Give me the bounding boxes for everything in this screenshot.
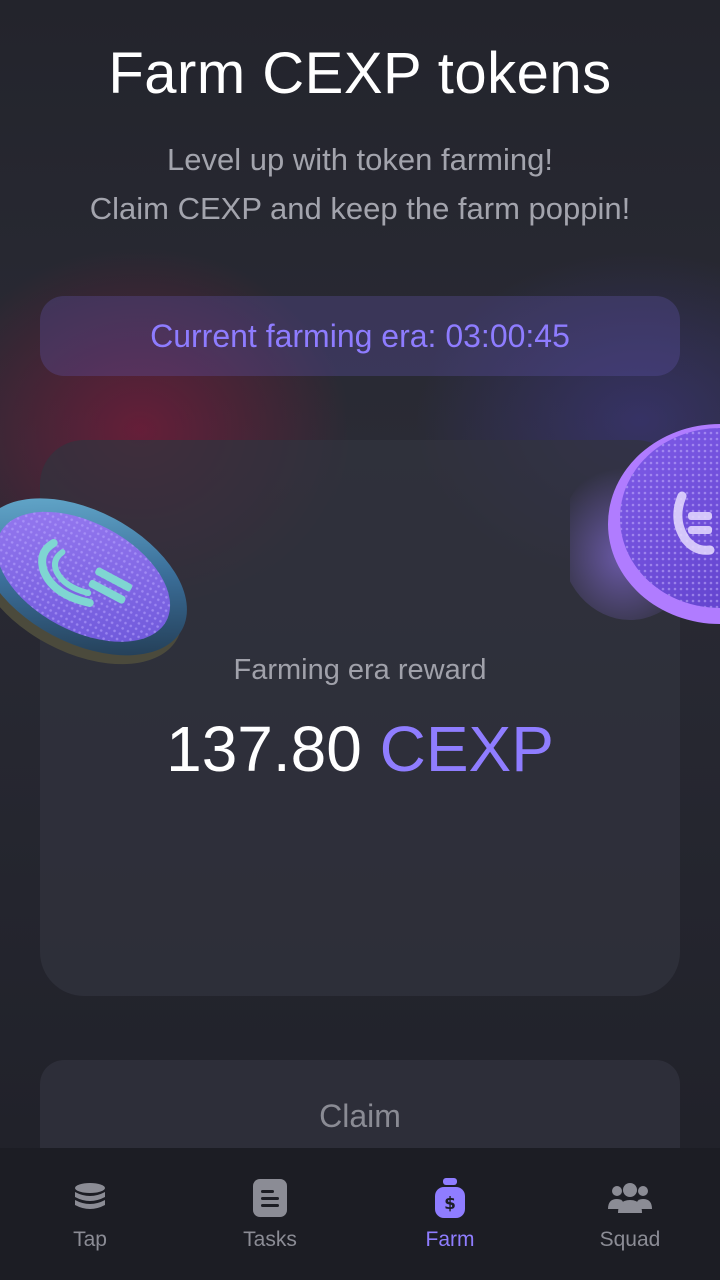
nav-item-tap[interactable]: Tap bbox=[0, 1148, 180, 1280]
subtitle-line-2: Claim CEXP and keep the farm poppin! bbox=[89, 191, 631, 226]
nav-item-squad[interactable]: Squad bbox=[540, 1148, 720, 1280]
farming-era-label: Current farming era: bbox=[150, 317, 437, 354]
document-icon bbox=[248, 1176, 292, 1220]
page-title: Farm CEXP tokens bbox=[108, 41, 612, 106]
nav-label-farm: Farm bbox=[425, 1228, 475, 1251]
money-bag-icon: $ bbox=[428, 1176, 472, 1220]
svg-text:$: $ bbox=[444, 1194, 456, 1214]
reward-value: 137.80 CEXP bbox=[0, 712, 720, 786]
reward-label: Farming era reward bbox=[233, 654, 487, 686]
users-icon bbox=[608, 1176, 652, 1220]
farming-era-timer: 03:00:45 bbox=[445, 317, 570, 354]
nav-item-farm[interactable]: $ Farm bbox=[360, 1148, 540, 1280]
reward-amount: 137.80 bbox=[166, 713, 362, 785]
bottom-navigation: Tap Tasks $ Farm Squad bbox=[0, 1148, 720, 1280]
farming-era-banner: Current farming era: 03:00:45 bbox=[40, 296, 680, 376]
nav-item-tasks[interactable]: Tasks bbox=[180, 1148, 360, 1280]
nav-label-tap: Tap bbox=[73, 1228, 107, 1251]
nav-label-tasks: Tasks bbox=[243, 1228, 297, 1251]
coins-stack-icon bbox=[68, 1176, 112, 1220]
farm-screen: Farm CEXP tokens Level up with token far… bbox=[0, 0, 720, 1280]
nav-label-squad: Squad bbox=[599, 1228, 661, 1251]
reward-unit: CEXP bbox=[379, 713, 554, 785]
subtitle-line-1: Level up with token farming! bbox=[167, 142, 553, 177]
